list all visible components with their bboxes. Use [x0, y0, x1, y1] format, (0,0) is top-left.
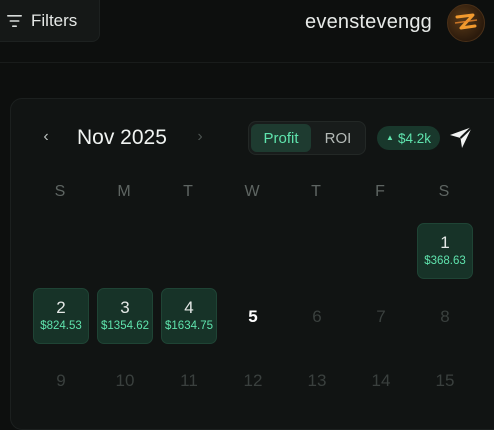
avatar[interactable]	[447, 4, 485, 42]
weekday-label: T	[311, 183, 321, 200]
filters-label: Filters	[31, 10, 78, 30]
day-cell: 12	[225, 352, 281, 408]
weekday-label: M	[117, 183, 131, 200]
day-number: 13	[307, 370, 327, 390]
total-profit-value: $4.2k	[397, 130, 431, 146]
month-title: Nov 2025	[77, 126, 167, 149]
day-cell-today[interactable]: 5	[225, 288, 281, 344]
weekday-label: T	[183, 183, 193, 200]
day-cell: 15	[417, 352, 473, 408]
total-profit-badge: ▲ $4.2k	[377, 126, 440, 150]
day-cell: 11	[161, 352, 217, 408]
day-number: 6	[312, 306, 322, 326]
day-cell: 14	[353, 352, 409, 408]
chevron-left-icon: ‹	[43, 128, 49, 145]
triangle-up-icon: ▲	[386, 133, 394, 142]
day-cell: 10	[97, 352, 153, 408]
day-cell[interactable]: 1 $368.63	[417, 223, 473, 279]
day-number: 4	[184, 298, 194, 318]
day-number: 12	[243, 370, 263, 390]
prev-month-button[interactable]: ‹	[38, 126, 54, 148]
day-number: 15	[435, 370, 455, 390]
toggle-roi[interactable]: ROI	[313, 124, 363, 152]
day-number: 2	[56, 298, 66, 318]
top-bar: Filters evenstevengg	[0, 0, 494, 63]
day-number: 9	[56, 370, 66, 390]
day-cell[interactable]: 3 $1354.62	[97, 288, 153, 344]
weekday-label: S	[54, 183, 66, 200]
share-arrow-icon[interactable]	[448, 124, 474, 150]
day-profit: $1634.75	[165, 320, 213, 333]
day-number: 3	[120, 298, 130, 318]
day-number: 10	[115, 370, 135, 390]
filters-button[interactable]: Filters	[0, 0, 100, 42]
day-cell[interactable]: 2 $824.53	[33, 288, 89, 344]
day-cell: 6	[289, 288, 345, 344]
next-month-button[interactable]: ›	[192, 126, 208, 148]
day-number: 11	[180, 370, 198, 390]
day-cell: 9	[33, 352, 89, 408]
day-number: 5	[248, 306, 258, 326]
chevron-right-icon: ›	[197, 128, 203, 145]
username: evenstevengg	[305, 11, 432, 33]
weekday-label: S	[438, 183, 450, 200]
day-number: 1	[440, 233, 450, 253]
day-number: 14	[371, 370, 391, 390]
day-cell: 7	[353, 288, 409, 344]
toggle-profit[interactable]: Profit	[251, 124, 311, 152]
day-number: 8	[440, 306, 450, 326]
day-profit: $368.63	[424, 255, 466, 268]
day-cell: 13	[289, 352, 345, 408]
filter-lines-icon	[7, 14, 22, 27]
day-profit: $824.53	[40, 320, 82, 333]
day-cell[interactable]: 4 $1634.75	[161, 288, 217, 344]
day-cell: 8	[417, 288, 473, 344]
day-profit: $1354.62	[101, 320, 149, 333]
metric-toggle: Profit ROI	[248, 121, 366, 155]
day-number: 7	[376, 306, 386, 326]
weekday-label: F	[375, 183, 385, 200]
weekday-label: W	[244, 183, 260, 200]
